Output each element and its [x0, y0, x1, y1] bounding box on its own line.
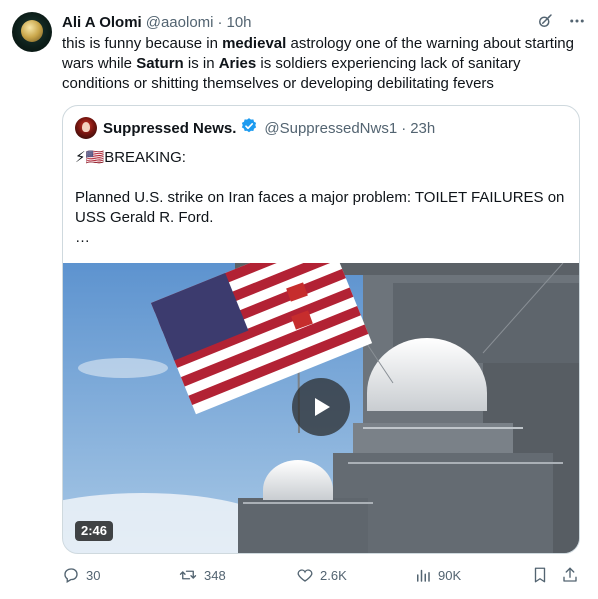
quoted-line-ellipsis: … [75, 229, 90, 246]
tweet-text: this is funny because in medieval astrol… [62, 34, 582, 94]
bookmark-button[interactable] [531, 564, 549, 586]
repost-count: 348 [204, 567, 226, 583]
verified-badge-icon [240, 117, 258, 139]
action-bar: 30 348 2.6K 90K [62, 564, 582, 586]
tweet[interactable]: Ali A Olomi @aaolomi · 10h this is funny… [0, 0, 598, 599]
reply-icon [64, 568, 78, 583]
share-button[interactable] [561, 564, 579, 586]
text-bold: medieval [222, 35, 287, 52]
views-button[interactable]: 90K [414, 564, 461, 586]
breaking-emoji: ⚡🇺🇸 [75, 149, 105, 166]
text-part: is in [183, 55, 219, 72]
quoted-tweet-header: Suppressed News. @SuppressedNws1 · 23h [75, 117, 435, 139]
separator: · [217, 13, 223, 31]
quoted-author-handle[interactable]: @SuppressedNws1 [264, 120, 397, 137]
bookmark-icon [534, 567, 546, 583]
author-avatar[interactable] [12, 12, 52, 52]
quoted-timestamp[interactable]: 23h [410, 120, 435, 137]
reply-count: 30 [86, 567, 101, 583]
breaking-label: BREAKING: [104, 149, 186, 166]
text-bold: Aries [218, 55, 257, 72]
quoted-tweet[interactable]: Suppressed News. @SuppressedNws1 · 23h ⚡… [62, 105, 580, 554]
video-player[interactable]: 2:46 [63, 263, 579, 553]
text-part: this is funny because in [62, 35, 223, 52]
like-icon [297, 569, 313, 582]
more-icon[interactable] [568, 12, 586, 30]
header-actions [536, 12, 586, 30]
quoted-author-name[interactable]: Suppressed News. [103, 120, 236, 137]
grok-icon[interactable] [536, 12, 554, 30]
quoted-line-breaking: ⚡🇺🇸BREAKING: [75, 148, 569, 168]
author-handle[interactable]: @aaolomi [146, 14, 214, 31]
share-icon [563, 567, 577, 582]
separator: · [401, 119, 407, 137]
video-duration: 2:46 [75, 521, 114, 541]
play-icon [315, 398, 330, 416]
quoted-tweet-text: ⚡🇺🇸BREAKING: Planned U.S. strike on Iran… [75, 148, 569, 248]
views-count: 90K [438, 567, 462, 583]
repost-icon [179, 570, 197, 580]
quoted-line-body: Planned U.S. strike on Iran faces a majo… [75, 189, 565, 226]
like-button[interactable]: 2.6K [296, 564, 347, 586]
author-name[interactable]: Ali A Olomi [62, 14, 142, 31]
play-button[interactable] [292, 378, 350, 436]
views-icon [417, 569, 430, 582]
quoted-author-avatar[interactable] [75, 117, 97, 139]
reply-button[interactable]: 30 [62, 564, 100, 586]
repost-button[interactable]: 348 [178, 564, 226, 586]
tweet-header: Ali A Olomi @aaolomi · 10h [62, 12, 586, 32]
text-bold: Saturn [136, 55, 184, 72]
timestamp[interactable]: 10h [227, 14, 252, 31]
like-count: 2.6K [320, 567, 347, 583]
